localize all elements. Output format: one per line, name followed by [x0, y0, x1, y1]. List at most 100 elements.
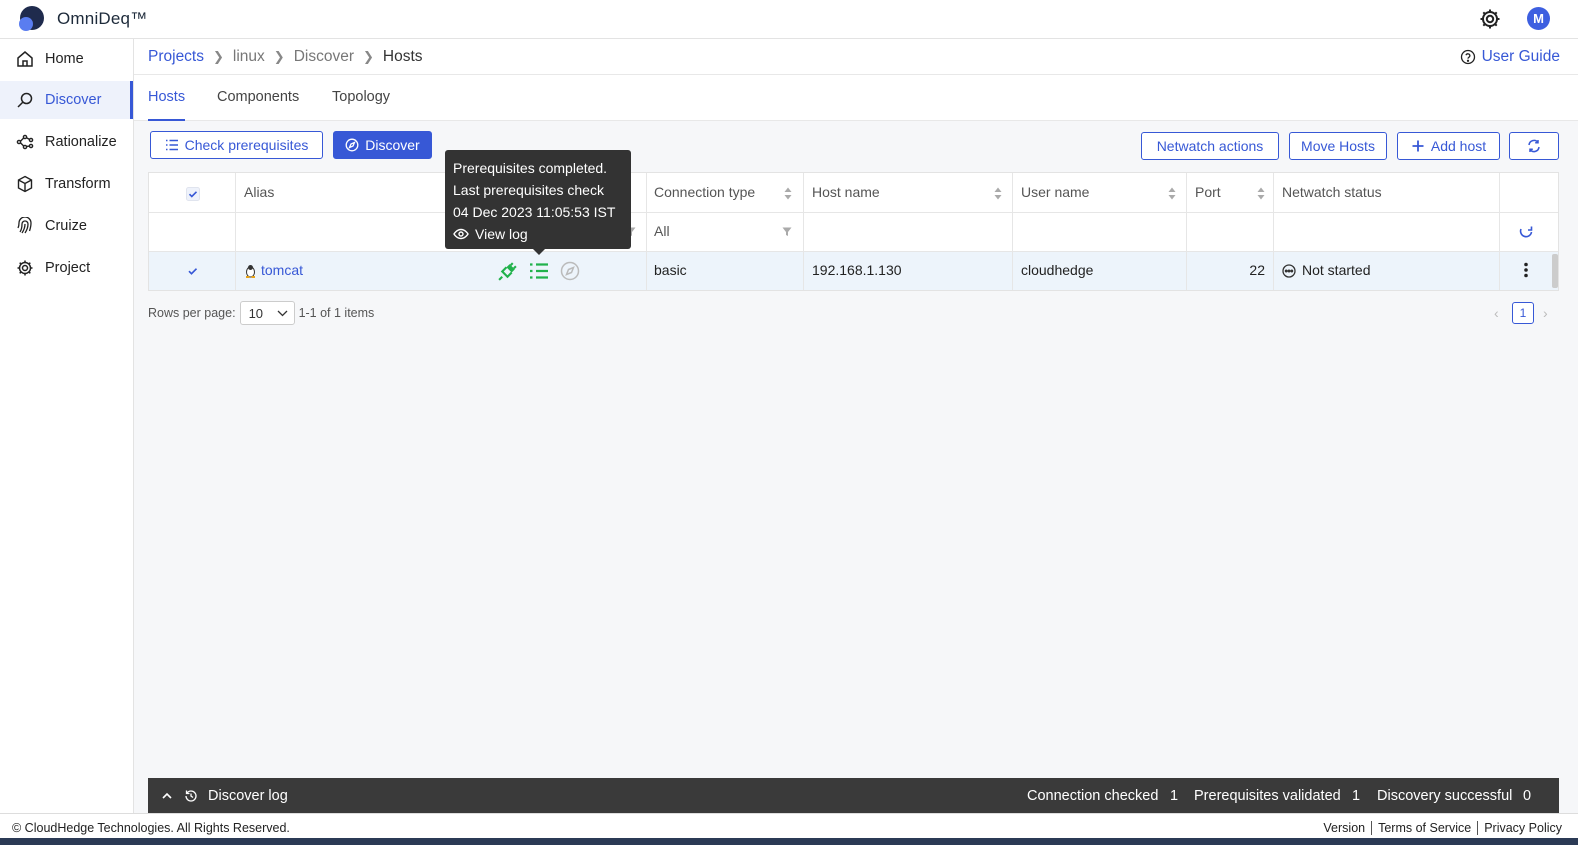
connection-type-filter-value: All	[654, 223, 670, 239]
table-row[interactable]: tomcat basic 192.168.1.130 cloudhedge 22…	[149, 252, 1558, 290]
tab-topology[interactable]: Topology	[332, 89, 390, 121]
view-log-link[interactable]: View log	[453, 223, 623, 245]
filter-cell	[149, 213, 236, 251]
tooltip-line-timestamp: 04 Dec 2023 11:05:53 IST	[453, 204, 616, 220]
breadcrumb-bar: Projects ❯ linux ❯ Discover ❯ Hosts User…	[134, 39, 1578, 75]
linux-tux-icon	[246, 265, 255, 278]
sidebar-item-label: Rationalize	[45, 134, 117, 150]
pagination-range: 1-1 of 1 items	[298, 306, 375, 320]
discovery-successful-count: 0	[1523, 788, 1532, 804]
filter-cell[interactable]	[1013, 213, 1187, 251]
discover-log-toggle[interactable]: Discover log	[160, 788, 288, 804]
connection-plug-icon[interactable]	[497, 261, 518, 282]
tab-bar: Hosts Components Topology	[134, 75, 1578, 121]
add-host-button[interactable]: Add host	[1397, 132, 1500, 160]
table-scrollbar[interactable]	[1552, 254, 1558, 288]
sidebar-item-discover[interactable]: Discover	[0, 81, 133, 119]
sort-icon[interactable]	[1168, 187, 1176, 200]
connection-type-filter[interactable]: All	[647, 213, 804, 251]
check-prerequisites-button[interactable]: Check prerequisites	[150, 131, 323, 159]
discover-log-bar[interactable]: Discover log Connection checked 1 Prereq…	[148, 778, 1559, 813]
prerequisites-list-icon[interactable]	[529, 262, 549, 280]
prerequisites-validated-label: Prerequisites validated	[1194, 788, 1341, 804]
sidebar-item-label: Project	[45, 260, 91, 276]
settings-gear-icon[interactable]	[1478, 7, 1502, 31]
tooltip-arrow	[533, 249, 545, 255]
fingerprint-icon	[17, 217, 32, 234]
plus-icon	[1412, 140, 1424, 152]
connection-type-value: basic	[654, 262, 687, 278]
eye-icon	[453, 228, 469, 240]
sidebar-item-project[interactable]: Project	[0, 249, 133, 287]
discovery-successful-label: Discovery successful	[1377, 788, 1513, 804]
header-port-col[interactable]: Port	[1187, 173, 1274, 212]
gear-icon	[17, 260, 33, 276]
sidebar-item-transform[interactable]: Transform	[0, 165, 133, 203]
previous-page-icon[interactable]: ‹	[1494, 305, 1499, 321]
column-header-host-name: Host name	[812, 184, 880, 200]
discover-button[interactable]: Discover	[333, 131, 432, 159]
user-guide-link[interactable]: User Guide	[1460, 48, 1560, 66]
discover-log-title: Discover log	[208, 788, 288, 804]
header-host-name-col[interactable]: Host name	[804, 173, 1013, 212]
refresh-table-icon[interactable]	[1518, 224, 1534, 240]
breadcrumb-linux[interactable]: linux	[233, 48, 265, 66]
connection-checked-label: Connection checked	[1027, 788, 1159, 804]
help-circle-icon	[1460, 49, 1475, 65]
host-alias-link[interactable]: tomcat	[261, 262, 303, 278]
sidebar-item-label: Discover	[45, 92, 102, 108]
table-header-row: Alias Connection type Host name User nam…	[149, 173, 1558, 213]
breadcrumb-discover[interactable]: Discover	[294, 48, 354, 66]
hosts-table: Alias Connection type Host name User nam…	[148, 172, 1559, 291]
copyright-text: © CloudHedge Technologies. All Rights Re…	[12, 821, 290, 835]
page-number-button[interactable]: 1	[1512, 302, 1534, 324]
rows-per-page-label: Rows per page:	[148, 306, 236, 320]
chevron-up-icon	[162, 792, 172, 799]
row-more-vertical-icon[interactable]	[1523, 262, 1529, 278]
port-value: 22	[1249, 262, 1265, 278]
filter-cell	[1274, 213, 1500, 251]
move-hosts-button[interactable]: Move Hosts	[1289, 132, 1387, 160]
cube-icon	[17, 175, 33, 193]
sort-icon[interactable]	[994, 187, 1002, 200]
add-host-label: Add host	[1430, 138, 1487, 154]
prerequisites-tooltip: Prerequisites completed. Last prerequisi…	[445, 150, 631, 255]
user-avatar[interactable]: M	[1527, 7, 1550, 30]
discovery-compass-icon[interactable]	[560, 261, 580, 281]
footer-link-privacy[interactable]: Privacy Policy	[1477, 821, 1568, 835]
row-checkbox[interactable]	[186, 264, 200, 278]
netwatch-actions-button[interactable]: Netwatch actions	[1141, 132, 1279, 160]
discover-icon	[17, 92, 33, 108]
tab-hosts[interactable]: Hosts	[148, 89, 186, 121]
list-icon	[165, 139, 178, 151]
row-port-cell: 22	[1187, 252, 1274, 290]
chevron-right-icon: ❯	[213, 49, 224, 64]
column-header-connection-type: Connection type	[654, 184, 756, 200]
sort-icon[interactable]	[1257, 187, 1265, 200]
sidebar-item-cruize[interactable]: Cruize	[0, 207, 133, 245]
chevron-down-icon	[277, 310, 288, 316]
footer-link-version[interactable]: Version	[1317, 821, 1371, 835]
next-page-icon[interactable]: ›	[1543, 305, 1548, 321]
sidebar-item-rationalize[interactable]: Rationalize	[0, 123, 133, 161]
select-all-checkbox[interactable]	[186, 187, 200, 201]
filter-cell[interactable]	[804, 213, 1013, 251]
tooltip-line-last-check: Last prerequisites check	[453, 182, 604, 198]
status-pending-icon	[1282, 264, 1296, 278]
rows-per-page-select[interactable]: 10	[239, 301, 295, 325]
column-header-netwatch-status: Netwatch status	[1282, 184, 1382, 200]
filter-cell[interactable]	[1187, 213, 1274, 251]
bottom-strip	[0, 838, 1578, 845]
footer-link-terms[interactable]: Terms of Service	[1371, 821, 1477, 835]
header-connection-type-col[interactable]: Connection type	[647, 173, 804, 212]
sort-icon[interactable]	[784, 187, 792, 200]
table-filter-row: All	[149, 213, 1558, 252]
tab-components[interactable]: Components	[217, 89, 299, 121]
header-user-name-col[interactable]: User name	[1013, 173, 1187, 212]
sidebar-item-home[interactable]: Home	[0, 40, 133, 78]
filter-funnel-icon[interactable]	[782, 227, 792, 237]
host-name-value: 192.168.1.130	[812, 262, 902, 278]
tooltip-line-status: Prerequisites completed.	[453, 160, 608, 176]
breadcrumb-projects[interactable]: Projects	[148, 48, 204, 66]
refresh-button[interactable]	[1509, 132, 1559, 160]
